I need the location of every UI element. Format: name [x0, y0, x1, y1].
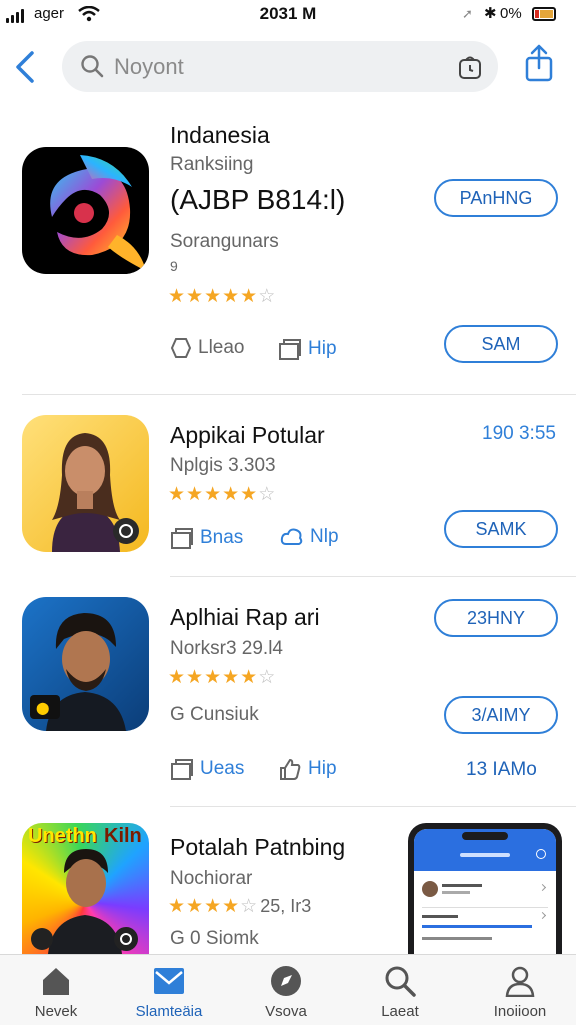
- app-card-3[interactable]: ⬤ Aplhiai Rap ari Norksr3 29.l4 ★★★★★☆ G…: [0, 577, 576, 807]
- search-icon: [385, 966, 416, 997]
- rating-stars: ★★★★★☆: [168, 484, 277, 505]
- battery-icon: [532, 7, 556, 21]
- rating-stars: ★★★★★☆: [168, 667, 277, 688]
- app-meta: 13 IAMo: [466, 759, 537, 780]
- home-icon: [43, 968, 69, 995]
- bag-icon[interactable]: [458, 54, 482, 80]
- app-developer: G 0 Siomk: [170, 928, 259, 949]
- app-note: 9: [170, 258, 178, 274]
- compass-icon: [271, 966, 301, 996]
- app-title: Appikai Potular: [170, 422, 325, 448]
- app-icon-portrait-woman: [22, 415, 149, 552]
- tab-vsova[interactable]: Vsova: [236, 955, 336, 1025]
- action-1[interactable]: Lleao: [170, 337, 245, 359]
- rating-stars: ★★★★☆ 25, Ir3: [168, 896, 312, 917]
- back-button[interactable]: [10, 50, 40, 84]
- person-icon: [505, 966, 535, 997]
- search-bar[interactable]: [62, 41, 498, 92]
- app-title: Aplhiai Rap ari: [170, 604, 320, 630]
- location-icon: ➚: [462, 6, 473, 21]
- primary-button[interactable]: PAnHNG: [434, 179, 558, 217]
- app-subtitle: Nochiorar: [170, 868, 253, 889]
- app-developer: Sorangunars: [170, 231, 279, 252]
- hexagon-icon: [170, 338, 192, 358]
- action-2[interactable]: Hip: [278, 337, 337, 361]
- app-subtitle: Nplgis 3.303: [170, 455, 276, 476]
- box-icon: [171, 759, 193, 780]
- box-icon: [171, 528, 193, 549]
- app-subtitle: Ranksiing: [170, 154, 254, 175]
- svg-text:⬤: ⬤: [36, 701, 49, 715]
- primary-button[interactable]: SAMK: [444, 510, 558, 548]
- thumbs-up-icon: [280, 758, 301, 780]
- mail-icon: [154, 968, 184, 994]
- action-1[interactable]: Bnas: [170, 526, 243, 550]
- primary-button[interactable]: 23HNY: [434, 599, 558, 637]
- tab-laeat[interactable]: Laeat: [350, 955, 450, 1025]
- phone-header: [414, 829, 556, 871]
- app-icon-swirl: [22, 147, 149, 274]
- secondary-button[interactable]: SAM: [444, 325, 558, 363]
- share-icon[interactable]: [522, 44, 556, 84]
- action-2[interactable]: Hip: [278, 757, 337, 781]
- tab-inoiioon[interactable]: Inoiioon: [470, 955, 570, 1025]
- bluetooth-icon: ✱: [484, 5, 497, 22]
- secondary-button[interactable]: 3/AIMY: [444, 696, 558, 734]
- status-bar: ager 2031 M ➚ ✱ 0%: [0, 0, 576, 30]
- app-title: Potalah Patnbing: [170, 834, 346, 860]
- tab-bar: Nevek Slamteäia Vsova Laeat Inoiioon: [0, 954, 576, 1025]
- search-input[interactable]: [112, 52, 446, 82]
- tab-slamteaia[interactable]: Slamteäia: [119, 955, 219, 1025]
- action-2[interactable]: Nlp: [280, 526, 339, 548]
- app-meta: 190 3:55: [482, 423, 556, 444]
- app-title: Indanesia: [170, 122, 270, 148]
- app-card-1[interactable]: Indanesia Ranksiing (AJBP B814:l) Sorang…: [0, 110, 576, 395]
- app-developer: G Cunsiuk: [170, 704, 259, 725]
- app-highlight: (AJBP B814:l): [170, 184, 346, 215]
- action-1[interactable]: Ueas: [170, 757, 244, 781]
- app-icon-poster: Unethn Kiln: [22, 823, 149, 954]
- rating-stars: ★★★★★☆: [168, 286, 277, 307]
- app-icon-portrait-man: ⬤: [22, 597, 149, 731]
- cloud-icon: [280, 528, 303, 545]
- app-subtitle: Norksr3 29.l4: [170, 638, 283, 659]
- box-icon: [279, 339, 301, 360]
- app-card-2[interactable]: Appikai Potular Nplgis 3.303 ★★★★★☆ 190 …: [0, 395, 576, 577]
- search-icon: [81, 55, 104, 78]
- app-card-4[interactable]: Unethn Kiln Potalah Patnbing Nochiorar ★…: [0, 807, 576, 954]
- battery-percent: 0%: [500, 5, 522, 22]
- tab-nevek[interactable]: Nevek: [6, 955, 106, 1025]
- phone-preview: [408, 823, 562, 954]
